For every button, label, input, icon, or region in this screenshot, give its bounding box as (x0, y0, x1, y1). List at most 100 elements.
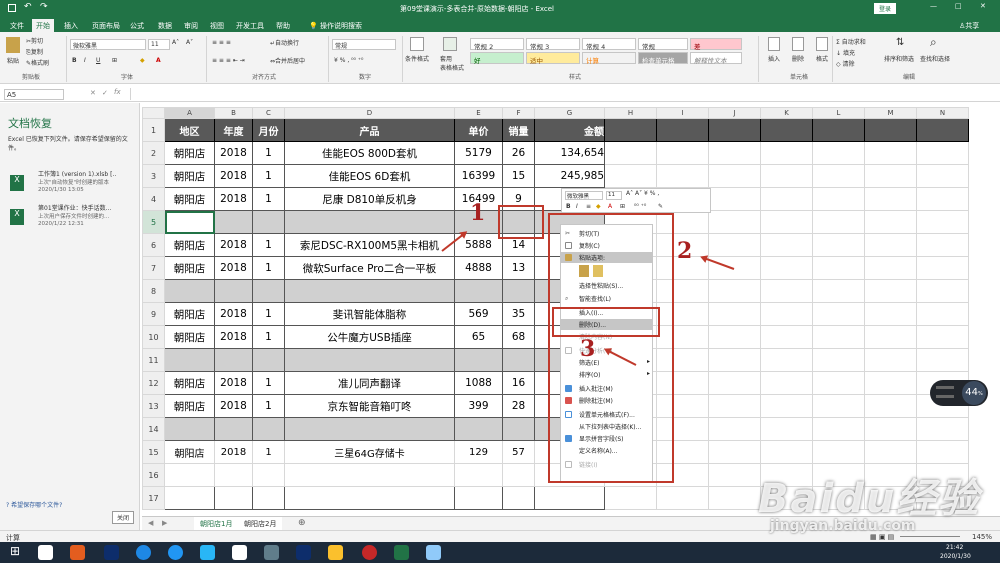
cell[interactable]: 朝阳店 (164, 394, 215, 418)
column-header[interactable]: I (656, 107, 709, 119)
cell[interactable] (916, 187, 969, 211)
cell[interactable]: 2018 (214, 233, 253, 257)
cell[interactable]: 68 (502, 325, 535, 349)
cell[interactable]: 斐讯智能体脂称 (284, 302, 455, 326)
conditional-format-icon[interactable] (410, 37, 424, 51)
cell[interactable] (604, 118, 657, 142)
tab-data[interactable]: 数据 (154, 19, 176, 32)
cell[interactable] (760, 279, 813, 303)
cell[interactable] (252, 463, 285, 487)
cell[interactable] (760, 233, 813, 257)
column-header[interactable]: F (502, 107, 535, 119)
cell[interactable]: 1 (252, 141, 285, 165)
cell[interactable]: 1 (252, 394, 285, 418)
cell[interactable] (708, 325, 761, 349)
mini-border-icon[interactable]: ⊞ (620, 203, 625, 210)
autosum-button[interactable]: Σ 自动求和 (836, 37, 866, 46)
cell[interactable] (604, 486, 657, 510)
cell[interactable] (252, 486, 285, 510)
style-normal-2[interactable]: 常规 2 (470, 38, 524, 51)
cell[interactable] (284, 463, 455, 487)
fill-button[interactable]: ↓ 填充 (836, 48, 855, 57)
delete-cells-button[interactable]: 删除 (792, 54, 804, 63)
cell[interactable] (252, 348, 285, 372)
cell[interactable]: 2018 (214, 325, 253, 349)
clear-button[interactable]: ◇ 清除 (836, 59, 855, 68)
fill-color-icon[interactable]: ◆ (140, 57, 145, 64)
cell[interactable]: 2018 (214, 302, 253, 326)
style-normal-3[interactable]: 常规 3 (526, 38, 580, 51)
cell[interactable]: 微软Surface Pro二合一平板 (284, 256, 455, 280)
cell[interactable] (812, 118, 865, 142)
cell[interactable] (760, 210, 813, 234)
cell[interactable] (812, 371, 865, 395)
find-select-button[interactable]: 查找和选择 (920, 54, 950, 63)
cell[interactable]: 地区 (164, 118, 215, 142)
mini-font-select[interactable]: 微软雅黑 (565, 191, 603, 200)
cell[interactable]: 65 (454, 325, 503, 349)
cell[interactable] (284, 210, 455, 234)
cell[interactable] (708, 302, 761, 326)
next-sheet-icon[interactable]: ▶ (162, 519, 167, 527)
mini-painter-icon[interactable]: ✎ (658, 203, 663, 210)
style-check-cell[interactable]: 检查单元格 (638, 52, 688, 65)
app-icon[interactable] (38, 545, 53, 560)
undo-icon[interactable]: ↶ (24, 2, 32, 12)
cell[interactable] (708, 279, 761, 303)
cell[interactable] (708, 348, 761, 372)
cell[interactable] (812, 141, 865, 165)
cell[interactable] (812, 233, 865, 257)
cell[interactable] (760, 187, 813, 211)
cell[interactable]: 朝阳店 (164, 302, 215, 326)
cell[interactable] (812, 164, 865, 188)
photoshop-icon[interactable] (104, 545, 119, 560)
insert-cells-button[interactable]: 插入 (768, 54, 780, 63)
format-cells-button[interactable]: 格式 (816, 54, 828, 63)
style-calculation[interactable]: 计算 (582, 52, 636, 65)
login-button[interactable]: 登录 (874, 3, 897, 14)
cell[interactable] (502, 348, 535, 372)
cell[interactable] (812, 348, 865, 372)
column-header[interactable]: L (812, 107, 865, 119)
style-bad[interactable]: 差 (690, 38, 742, 51)
cell[interactable] (284, 417, 455, 441)
cell[interactable] (864, 233, 917, 257)
cell[interactable]: 16399 (454, 164, 503, 188)
cell[interactable] (760, 256, 813, 280)
cell[interactable]: 佳能EOS 6D套机 (284, 164, 455, 188)
row-header[interactable]: 5 (142, 210, 165, 234)
align-left-icon[interactable]: ≡ ≡ ≡ ⇤ ⇥ (212, 57, 245, 64)
row-header[interactable]: 7 (142, 256, 165, 280)
cell[interactable] (708, 118, 761, 142)
cell[interactable]: 1 (252, 187, 285, 211)
cell[interactable] (214, 486, 253, 510)
column-header[interactable]: G (534, 107, 605, 119)
column-header[interactable]: A (164, 107, 215, 119)
wrap-text-button[interactable]: ↵自动换行 (270, 38, 299, 47)
cell[interactable] (656, 141, 709, 165)
app-icon[interactable] (426, 545, 441, 560)
app-icon[interactable] (362, 545, 377, 560)
row-header[interactable]: 1 (142, 118, 165, 142)
cell[interactable]: 索尼DSC-RX100M5黑卡相机 (284, 233, 455, 257)
cell[interactable]: 57 (502, 440, 535, 464)
cell[interactable]: 2018 (214, 371, 253, 395)
font-color-icon[interactable]: A (156, 57, 161, 64)
cell[interactable] (164, 210, 215, 234)
cell[interactable]: 15 (502, 164, 535, 188)
app-icon[interactable] (232, 545, 247, 560)
cell[interactable]: 三星64G存储卡 (284, 440, 455, 464)
recovery-help-link[interactable]: ? 希望保存哪个文件? (6, 500, 62, 509)
cell[interactable]: 1 (252, 440, 285, 464)
cell[interactable] (454, 463, 503, 487)
cell[interactable] (812, 210, 865, 234)
column-header[interactable]: B (214, 107, 253, 119)
row-header[interactable]: 9 (142, 302, 165, 326)
recovery-close-button[interactable]: 关闭 (112, 511, 135, 524)
row-header[interactable]: 12 (142, 371, 165, 395)
cell[interactable] (708, 417, 761, 441)
cell[interactable]: 1 (252, 233, 285, 257)
column-header[interactable]: E (454, 107, 503, 119)
excel-icon[interactable] (394, 545, 409, 560)
cell[interactable] (708, 256, 761, 280)
